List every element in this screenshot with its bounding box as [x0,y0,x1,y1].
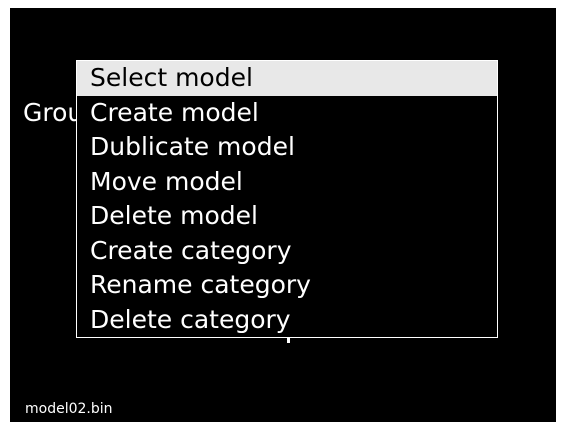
menu-item-create-model[interactable]: Create model [77,96,497,131]
background-text-fragment [287,338,290,343]
menu-item-rename-category[interactable]: Rename category [77,268,497,303]
device-screen: Grou Select model Create model Dublicate… [10,8,556,422]
context-menu: Select model Create model Dublicate mode… [76,60,498,338]
group-label: Grou [23,98,84,127]
menu-item-dublicate-model[interactable]: Dublicate model [77,130,497,165]
menu-item-delete-category[interactable]: Delete category [77,303,497,338]
current-filename: model02.bin [25,401,113,417]
menu-item-create-category[interactable]: Create category [77,234,497,269]
menu-item-delete-model[interactable]: Delete model [77,199,497,234]
menu-item-move-model[interactable]: Move model [77,165,497,200]
menu-item-select-model[interactable]: Select model [77,61,497,96]
